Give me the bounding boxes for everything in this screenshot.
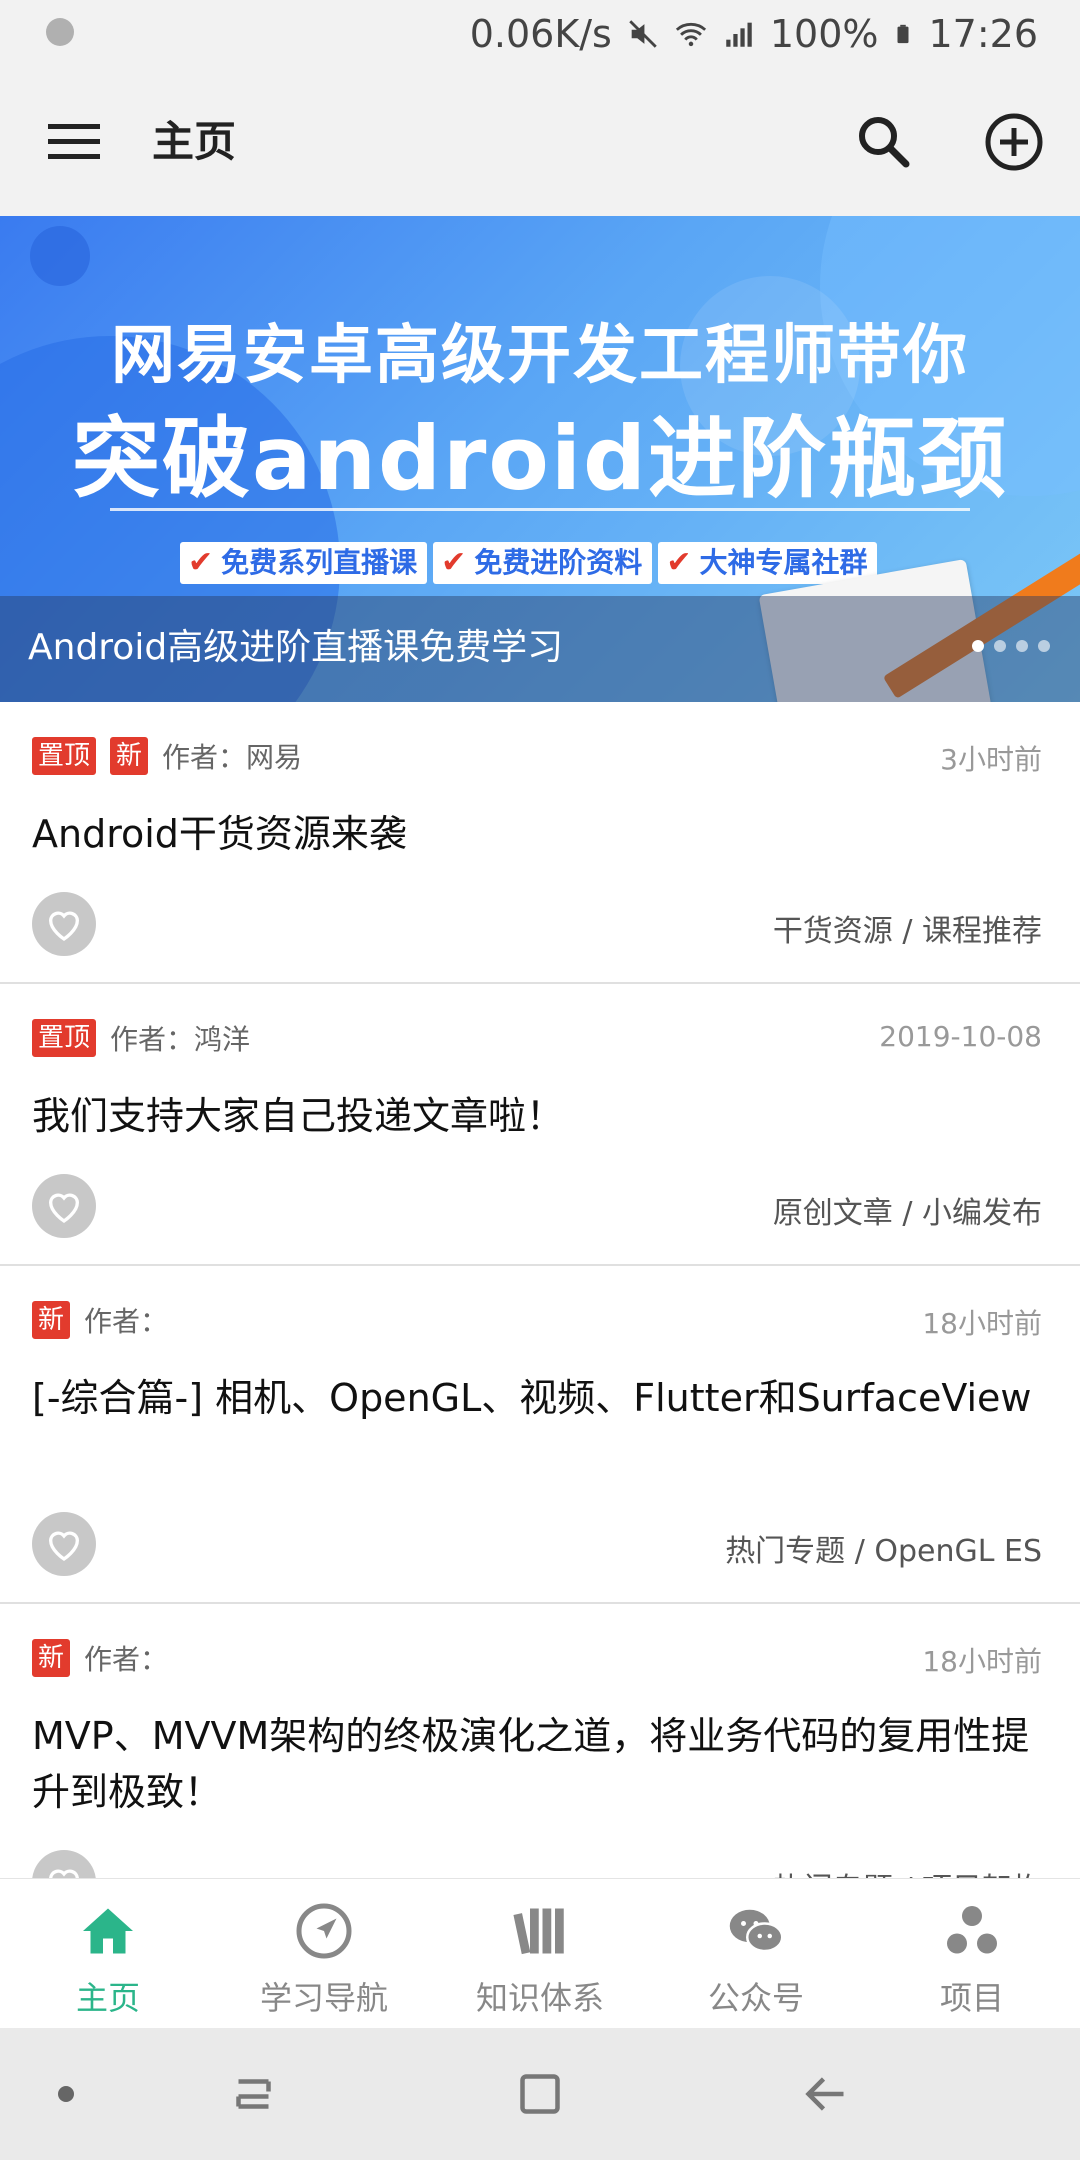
article-author: 作者：: [84, 1643, 169, 1676]
toolbar: 主页: [0, 68, 1080, 216]
page-title: 主页: [152, 117, 237, 166]
search-icon: [859, 117, 910, 168]
nav-label: 公众号: [707, 1979, 804, 2017]
like-button[interactable]: [32, 1850, 96, 1878]
dot-icon: [58, 2086, 74, 2102]
check-icon: ✔: [441, 545, 467, 580]
article-category[interactable]: 热门专题 / OpenGL ES: [725, 1526, 1042, 1570]
banner-dot: [1016, 640, 1028, 652]
article-time: 3小时前: [940, 743, 1042, 776]
banner-caption: Android高级进阶直播课免费学习: [28, 627, 564, 668]
screen: 0.06K/s 100% 17:26 主页 网易安卓高级开发工程师带你 突破an…: [0, 0, 1080, 2160]
banner-tag: ✔ 免费进阶资料: [433, 542, 653, 584]
article-item[interactable]: 新 作者： 18小时前 MVP、MVVM架构的终极演化之道，将业务代码的复用性提…: [0, 1604, 1080, 1878]
signal-icon: [726, 22, 752, 47]
recent-apps-icon[interactable]: [226, 2064, 286, 2124]
home-button-icon[interactable]: [510, 2064, 570, 2124]
navigation-icon: [296, 1903, 352, 1959]
home-icon: [83, 1908, 133, 1954]
banner-tag: ✔ 免费系列直播课: [180, 542, 428, 584]
banner-carousel[interactable]: 网易安卓高级开发工程师带你 突破android进阶瓶颈 ✔ 免费系列直播课 ✔ 免费…: [0, 216, 1080, 702]
project-icon: [947, 1906, 997, 1954]
clock: 17:26: [928, 12, 1038, 56]
article-title: MVP、MVVM架构的终极演化之道，将业务代码的复用性提升到极致！: [32, 1714, 1030, 1814]
article-item[interactable]: 新 作者： 18小时前 [-综合篇-] 相机、OpenGL、视频、Flutter…: [0, 1266, 1080, 1604]
nav-item-home[interactable]: 主页: [0, 1879, 216, 2029]
wechat-icon: [729, 1909, 784, 1953]
banner-dot: [972, 640, 984, 652]
heart-icon: [49, 1869, 79, 1878]
banner-page-indicator: [962, 640, 1050, 652]
like-button[interactable]: [32, 1174, 96, 1238]
nav-label: 主页: [75, 1979, 140, 2017]
nav-item-project[interactable]: 项目: [864, 1879, 1080, 2029]
nav-label: 项目: [939, 1979, 1004, 2017]
heart-icon: [48, 911, 80, 941]
new-badge: 新: [110, 737, 149, 775]
article-meta: 新 作者：: [32, 1298, 168, 1342]
plus-circle-icon: [985, 113, 1043, 171]
top-badge: 置顶: [32, 1019, 97, 1057]
nav-label: 学习导航: [259, 1979, 388, 2017]
like-button[interactable]: [32, 1512, 96, 1576]
banner-headline-2: 突破android进阶瓶颈: [71, 407, 1009, 510]
banner-tags: ✔ 免费系列直播课 ✔ 免费进阶资料 ✔ 大神专属社群: [180, 542, 883, 584]
new-badge: 新: [32, 1301, 71, 1339]
books-icon: [513, 1908, 564, 1955]
article-title: [-综合篇-] 相机、OpenGL、视频、Flutter和SurfaceView: [32, 1376, 1032, 1420]
heart-icon: [48, 1193, 80, 1223]
network-speed: 0.06K/s: [469, 12, 612, 56]
banner-headline-1: 网易安卓高级开发工程师带你: [111, 319, 969, 393]
mute-icon: [629, 20, 657, 48]
system-navigation-bar: [0, 2028, 1080, 2160]
banner-dot: [994, 640, 1006, 652]
battery-icon: [897, 24, 909, 44]
article-meta: 置顶 新 作者：网易: [32, 734, 302, 778]
bottom-navigation: 主页 学习导航 知识体系 公众号 项目: [0, 1878, 1080, 2029]
heart-icon: [48, 1531, 80, 1561]
banner-dot: [1038, 640, 1050, 652]
check-icon: ✔: [666, 545, 692, 580]
wifi-icon: [675, 22, 706, 47]
notification-icon: [46, 18, 74, 46]
article-meta: 新 作者：: [32, 1636, 168, 1680]
status-bar: 0.06K/s 100% 17:26: [0, 0, 1080, 68]
article-title: 我们支持大家自己投递文章啦！: [32, 1094, 565, 1138]
article-author: 作者：网易: [162, 741, 303, 774]
nav-label: 知识体系: [475, 1979, 604, 2017]
article-meta: 置顶 作者：鸿洋: [32, 1016, 250, 1060]
article-category[interactable]: 原创文章 / 小编发布: [773, 1188, 1042, 1232]
article-author: 作者：: [84, 1305, 169, 1338]
check-icon: ✔: [188, 545, 214, 580]
article-list[interactable]: 置顶 新 作者：网易 3小时前 Android干货资源来袭 干货资源 / 课程推…: [0, 702, 1080, 1878]
article-time: 18小时前: [922, 1307, 1042, 1340]
back-icon[interactable]: [796, 2064, 856, 2124]
banner-divider: [110, 508, 970, 511]
menu-button[interactable]: [36, 112, 112, 172]
banner-decor-circle: [30, 226, 90, 286]
banner-tag: ✔ 大神专属社群: [658, 542, 878, 584]
nav-item-knowledge[interactable]: 知识体系: [432, 1879, 648, 2029]
nav-item-official-account[interactable]: 公众号: [648, 1879, 864, 2029]
article-time: 18小时前: [922, 1645, 1042, 1678]
new-badge: 新: [32, 1639, 71, 1677]
article-item[interactable]: 置顶 新 作者：网易 3小时前 Android干货资源来袭 干货资源 / 课程推…: [0, 702, 1080, 984]
article-item[interactable]: 置顶 作者：鸿洋 2019-10-08 我们支持大家自己投递文章啦！ 原创文章 …: [0, 984, 1080, 1266]
article-category[interactable]: 干货资源 / 课程推荐: [773, 906, 1042, 950]
article-title: Android干货资源来袭: [32, 812, 407, 856]
nav-item-learning-guide[interactable]: 学习导航: [216, 1879, 432, 2029]
like-button[interactable]: [32, 892, 96, 956]
article-author: 作者：鸿洋: [110, 1023, 251, 1056]
battery-percent: 100%: [769, 12, 879, 56]
article-time: 2019-10-08: [879, 1020, 1042, 1053]
status-indicators: 0.06K/s 100% 17:26: [456, 6, 1038, 62]
search-button[interactable]: [852, 110, 916, 174]
add-button[interactable]: [982, 110, 1046, 174]
hamburger-menu-icon: [48, 124, 100, 159]
top-badge: 置顶: [32, 737, 97, 775]
article-category[interactable]: 热门专题 / 项目架构: [773, 1864, 1042, 1878]
